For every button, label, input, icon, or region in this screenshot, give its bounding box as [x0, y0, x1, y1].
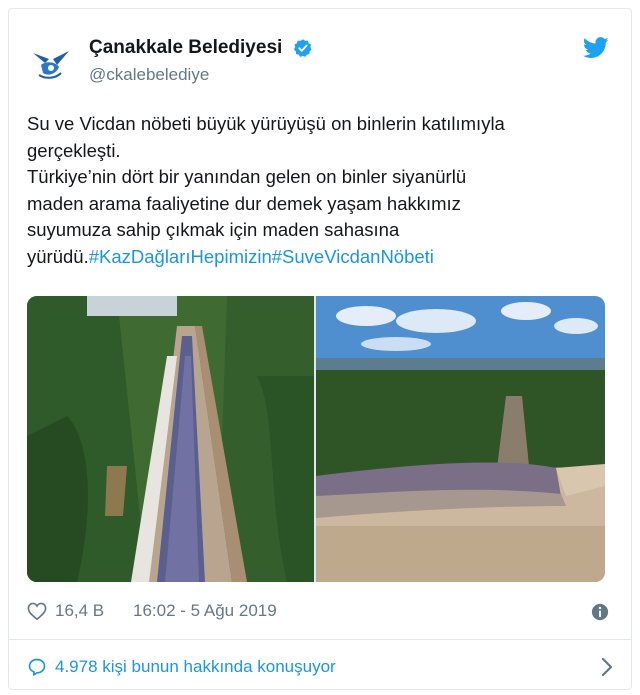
hashtag-kazdaglari[interactable]: #KazDağlarıHepimizin	[89, 246, 272, 267]
heart-icon	[27, 602, 47, 620]
tweet-line: Türkiye’nin dört bir yanından gelen on b…	[27, 166, 467, 187]
tweet-line-last: yürüdü.#KazDağlarıHepimizin#SuveVicdanNö…	[27, 244, 617, 271]
speech-bubble-icon	[28, 658, 46, 676]
avatar[interactable]	[27, 39, 75, 87]
tweet-line: maden arama faaliyetine dur demek yaşam …	[27, 192, 461, 214]
chevron-right-icon[interactable]	[601, 657, 613, 677]
municipality-logo-icon	[33, 51, 69, 79]
conversation-text: 4.978 kişi bunun hakkında konuşuyor	[55, 657, 336, 676]
twitter-bird-icon[interactable]	[583, 37, 609, 59]
like-button[interactable]: 16,4 B	[27, 601, 104, 621]
tweet-line: suyumuza sahip çıkmak için maden sahasın…	[27, 219, 400, 240]
photo-mine-site[interactable]	[316, 296, 605, 582]
photo-march-road[interactable]	[27, 296, 314, 582]
like-count: 16,4 B	[55, 601, 105, 620]
display-name[interactable]: Çanakkale Belediyesi	[89, 37, 282, 59]
timestamp[interactable]: 16:02 - 5 Ağu 2019	[133, 601, 277, 621]
account-handle[interactable]: @ckalebelediye	[89, 65, 313, 85]
tweet-line-text: yürüdü.	[27, 245, 89, 267]
tweet-text: Su ve Vicdan nöbeti büyük yürüyüşü on bi…	[27, 111, 617, 270]
tweet-card: Çanakkale Belediyesi @ckalebelediye Su v…	[8, 8, 632, 690]
divider	[9, 639, 631, 640]
info-icon[interactable]	[591, 603, 609, 621]
conversation-link[interactable]: 4.978 kişi bunun hakkında konuşuyor	[27, 653, 617, 681]
verified-badge-icon	[293, 39, 312, 57]
account-names: Çanakkale Belediyesi @ckalebelediye	[89, 37, 313, 85]
tweet-line: gerçekleşti.	[27, 139, 121, 161]
tweet-meta: 16,4 B 16:02 - 5 Ağu 2019	[27, 601, 617, 625]
hashtag-suvevicdan[interactable]: #SuveVicdanNöbeti	[272, 246, 434, 267]
tweet-media	[27, 296, 605, 582]
tweet-header: Çanakkale Belediyesi @ckalebelediye	[27, 31, 617, 95]
tweet-line: Su ve Vicdan nöbeti büyük yürüyüşü on bi…	[27, 113, 505, 134]
